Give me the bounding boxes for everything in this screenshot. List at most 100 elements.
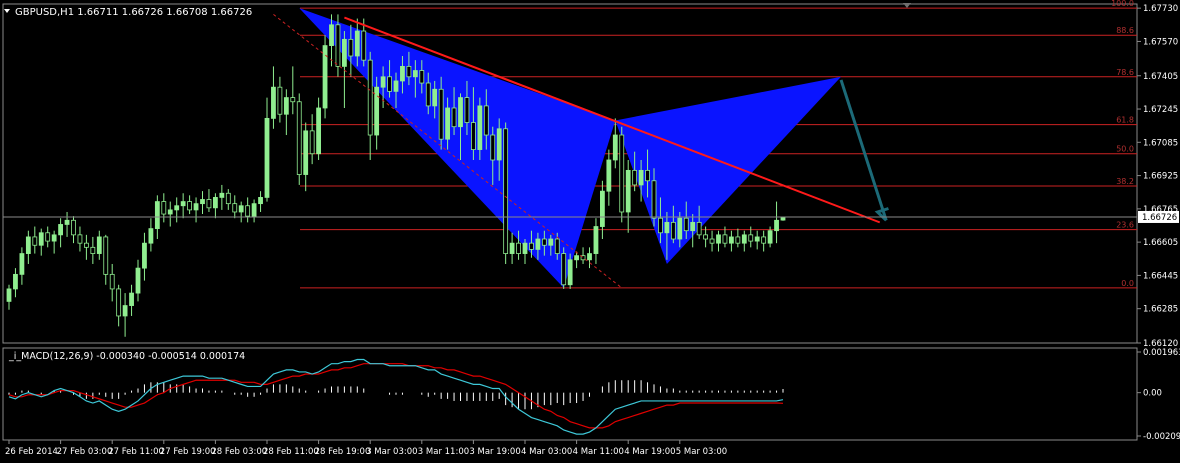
candle-body: [690, 221, 696, 232]
candle-body: [19, 253, 25, 275]
projection-arrow: [839, 79, 888, 221]
candle-body: [264, 117, 270, 198]
candle-body: [593, 226, 599, 254]
candle-body: [206, 199, 212, 209]
candle-body: [200, 199, 205, 205]
candle-body: [380, 76, 386, 88]
candle-body: [638, 169, 644, 186]
price-axis: 1.67730 1.67570 1.67405 1.67245 1.67085 1.669…: [1137, 4, 1179, 349]
candle-body: [58, 224, 63, 236]
candle-body: [670, 221, 676, 240]
chart-shift-marker-icon[interactable]: [903, 3, 911, 8]
candle-body: [96, 236, 102, 254]
time-tick-label: 27 Feb 11:00: [108, 447, 164, 457]
candle-body: [71, 219, 76, 236]
fib-level-label: 78.6: [1116, 68, 1134, 77]
candle-body: [64, 219, 70, 225]
candle-body: [116, 288, 122, 317]
dropdown-triangle-icon[interactable]: [4, 9, 10, 13]
candle-body: [187, 201, 193, 211]
candle-body: [729, 236, 734, 244]
candle-body: [722, 234, 728, 244]
candle-body: [419, 70, 425, 84]
candle-body: [258, 197, 263, 205]
time-tick-label: 3 Mar 19:00: [469, 447, 520, 457]
candle-body: [606, 159, 612, 192]
time-tick-label: 28 Feb 11:00: [263, 447, 319, 457]
fib-level-label: 88.6: [1116, 26, 1134, 35]
macd-signal-line: [8, 363, 784, 429]
time-tick-label: 3 Mar 03:00: [366, 447, 417, 457]
fib-level-label: 23.6: [1116, 221, 1134, 230]
candle-body: [619, 134, 625, 213]
candle-body: [716, 234, 721, 244]
candle-body: [142, 242, 147, 269]
price-tick-label: 1.67730: [1143, 4, 1178, 14]
candle-body: [767, 230, 773, 244]
candle-body: [535, 238, 541, 250]
candle-body: [77, 234, 83, 244]
candle-body: [516, 242, 521, 254]
candle-body: [225, 192, 231, 205]
candle-body: [38, 232, 44, 246]
chart-window[interactable]: 100.0 88.6 78.6 61.8 50.0 38.2 23.6 0.0 1.67730…: [0, 0, 1180, 459]
time-tick-label: 28 Feb 19:00: [315, 447, 371, 457]
time-tick-label: 28 Feb 03:00: [211, 447, 267, 457]
candle-body: [748, 234, 754, 242]
candle-body: [529, 242, 534, 250]
candle-body: [393, 80, 399, 92]
chart-canvas[interactable]: 100.0 88.6 78.6 61.8 50.0 38.2 23.6 0.0 1.67730…: [0, 0, 1180, 459]
candle-body: [361, 30, 367, 61]
candle-body: [6, 288, 12, 302]
candle-body: [554, 238, 560, 254]
candle-body: [703, 234, 708, 240]
candle-body: [322, 45, 328, 109]
candle-body: [154, 201, 160, 230]
candle-body: [683, 217, 689, 232]
time-tick-label: 4 Mar 03:00: [521, 447, 572, 457]
candle-body: [387, 76, 392, 92]
candle-body: [567, 259, 573, 286]
candle-body: [709, 238, 715, 244]
candle-body: [122, 305, 128, 317]
candle-body: [658, 217, 663, 234]
candle-body: [612, 134, 618, 161]
candle-body: [561, 253, 567, 286]
candle-body: [587, 253, 592, 261]
price-tick-label: 1.66605: [1143, 238, 1178, 248]
harmonic-pattern[interactable]: [299, 8, 842, 288]
candle-body: [522, 242, 528, 254]
candle-body: [490, 134, 496, 161]
candle-body: [741, 234, 747, 244]
time-tick-label: 4 Mar 19:00: [624, 447, 675, 457]
candle-body: [477, 105, 483, 150]
macd-panel: 0.001963 0.00 -0.002092: [8, 348, 1180, 442]
time-tick-label: 27 Feb 19:00: [160, 447, 216, 457]
candle-body: [645, 169, 650, 182]
candle-body: [651, 180, 657, 219]
fib-level-label: 100.0: [1111, 0, 1134, 8]
candle-body: [412, 70, 418, 78]
candle-body: [438, 88, 444, 140]
price-tick-label: 1.67245: [1143, 105, 1178, 115]
candle-body: [509, 242, 515, 254]
candle-body: [180, 201, 186, 207]
fib-level-label: 61.8: [1116, 116, 1134, 125]
candle-body: [600, 190, 605, 227]
price-tick-label: 1.66285: [1143, 305, 1178, 315]
symbol-header: GBPUSD,H1 1.66711 1.66726 1.66708 1.6672…: [15, 7, 252, 18]
candle-body: [483, 105, 489, 136]
candle-body: [367, 59, 373, 136]
time-tick-label: 3 Mar 11:00: [418, 447, 469, 457]
candle-body: [245, 205, 251, 217]
candle-body: [309, 130, 315, 155]
candle-body: [251, 203, 257, 217]
candle-body: [335, 24, 341, 67]
candle-body: [632, 169, 638, 186]
candle-body: [296, 101, 302, 175]
time-tick-label: 26 Feb 2014: [5, 447, 58, 457]
candle-body: [451, 107, 457, 128]
candle-body: [400, 65, 405, 82]
candle-body: [13, 273, 18, 290]
candle-body: [290, 97, 296, 103]
